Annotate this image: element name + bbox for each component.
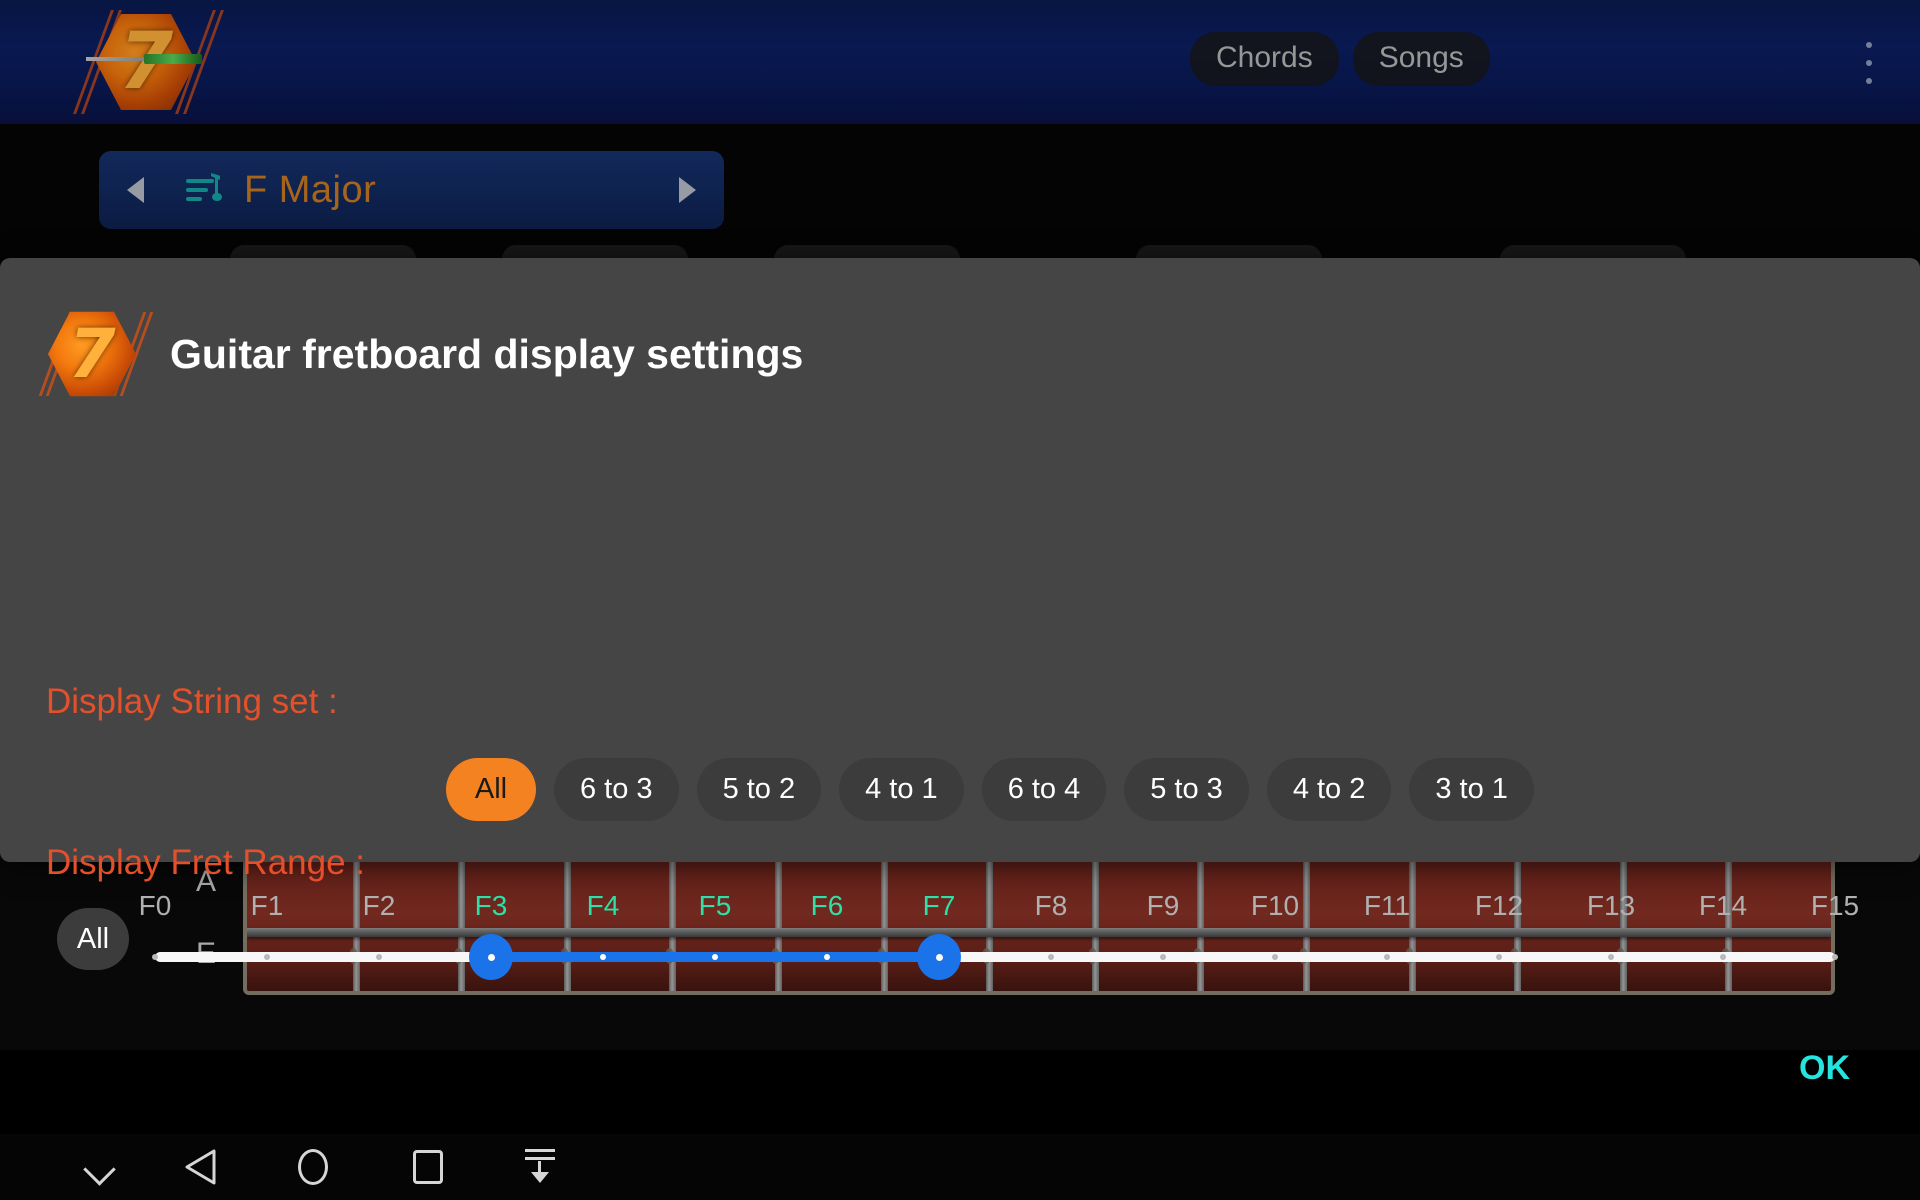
string-set-option-all[interactable]: All bbox=[446, 758, 536, 821]
dialog-title: Guitar fretboard display settings bbox=[170, 330, 804, 377]
fret-tick-label-f11: F11 bbox=[1363, 890, 1411, 921]
arrow-down-lines-icon bbox=[523, 1149, 557, 1185]
nav-collapse[interactable] bbox=[495, 1134, 585, 1200]
nav-recents[interactable] bbox=[383, 1134, 473, 1200]
guitar-glyph-icon bbox=[86, 54, 206, 64]
circle-home-icon bbox=[298, 1149, 328, 1185]
top-app-bar: 7 Chords Songs bbox=[0, 0, 1920, 124]
fret-tick-dot bbox=[824, 954, 830, 960]
chord-prev-icon[interactable] bbox=[127, 177, 144, 203]
fret-tick-dot bbox=[152, 954, 158, 960]
string-set-option-6-to-4[interactable]: 6 to 4 bbox=[981, 758, 1107, 821]
fret-tick-dot bbox=[1048, 954, 1054, 960]
fret-tick-dot bbox=[1608, 954, 1614, 960]
string-set-option-5-to-3[interactable]: 5 to 3 bbox=[1124, 758, 1249, 821]
music-note-list-icon bbox=[186, 173, 222, 207]
fret-range-control: All F0 F1 F2 F3 F4 F5 F6 F7 F8 F9 F10 F11 F12 F13 F14 F… bbox=[0, 890, 1920, 1010]
fret-tick-dot bbox=[1272, 954, 1278, 960]
fret-range-all-button[interactable]: All bbox=[57, 908, 129, 970]
fret-tick-label-f15: F15 bbox=[1810, 890, 1860, 921]
fret-tick-dot bbox=[1384, 954, 1390, 960]
string-set-option-5-to-2[interactable]: 5 to 2 bbox=[696, 758, 822, 821]
tab-chords[interactable]: Chords bbox=[1190, 32, 1339, 86]
string-set-option-4-to-1[interactable]: 4 to 1 bbox=[839, 758, 964, 821]
fret-tick-label-f10: F10 bbox=[1250, 890, 1300, 921]
chord-name-label: F Major bbox=[244, 168, 377, 211]
fret-tick-dot bbox=[1720, 954, 1726, 960]
fret-tick-label-f5: F5 bbox=[698, 890, 732, 921]
chord-next-icon[interactable] bbox=[679, 177, 696, 203]
nav-hide-keyboard[interactable] bbox=[55, 1134, 145, 1200]
fret-tick-label-f4: F4 bbox=[586, 890, 620, 921]
fret-tick-dot bbox=[1832, 954, 1838, 960]
square-recents-icon bbox=[413, 1150, 443, 1184]
string-set-option-3-to-1[interactable]: 3 to 1 bbox=[1409, 758, 1534, 821]
fret-tick-label-f3: F3 bbox=[474, 890, 508, 921]
tab-songs[interactable]: Songs bbox=[1352, 32, 1490, 86]
seven-hex-guitar-logo-icon: 7 bbox=[73, 6, 224, 118]
fret-tick-label-f0: F0 bbox=[138, 890, 172, 921]
fret-slider-thumb-start[interactable] bbox=[469, 934, 513, 980]
fret-tick-dot bbox=[712, 954, 718, 960]
fret-tick-dot bbox=[600, 954, 606, 960]
fret-range-section-label: Display Fret Range : bbox=[46, 843, 366, 882]
fret-tick-label-f2: F2 bbox=[362, 890, 396, 921]
triangle-back-icon bbox=[185, 1149, 216, 1185]
app-root: 7 Chords Songs bbox=[0, 0, 1920, 1200]
fret-tick-label-f6: F6 bbox=[810, 890, 844, 921]
fret-tick-dot bbox=[1160, 954, 1166, 960]
ok-button[interactable]: OK bbox=[1785, 1043, 1864, 1094]
fret-tick-label-f8: F8 bbox=[1034, 890, 1068, 921]
fret-tick-label-f13: F13 bbox=[1586, 890, 1636, 921]
string-set-section-label: Display String set : bbox=[46, 682, 338, 721]
android-nav-bar bbox=[0, 1134, 1920, 1200]
fret-tick-label-f9: F9 bbox=[1146, 890, 1180, 921]
fret-tick-dot bbox=[376, 954, 382, 960]
fret-tick-label-f12: F12 bbox=[1474, 890, 1524, 921]
fret-slider-track[interactable] bbox=[155, 952, 1835, 962]
app-logo[interactable]: 7 bbox=[73, 6, 224, 118]
chord-selector[interactable]: F Major bbox=[99, 151, 724, 229]
chevron-down-icon bbox=[85, 1152, 115, 1182]
nav-home[interactable] bbox=[268, 1134, 358, 1200]
fret-tick-dot bbox=[1496, 954, 1502, 960]
nav-back[interactable] bbox=[155, 1134, 245, 1200]
more-vertical-icon[interactable] bbox=[1855, 42, 1883, 84]
seven-hex-logo-icon: 7 bbox=[38, 310, 154, 398]
dialog-header: 7 Guitar fretboard display settings bbox=[38, 310, 804, 398]
fret-range-slider[interactable]: F0 F1 F2 F3 F4 F5 F6 F7 F8 F9 F10 F11 F12 F13 F14 F15 bbox=[139, 890, 1859, 1010]
fret-tick-label-f14: F14 bbox=[1698, 890, 1748, 921]
fretboard-settings-dialog: 7 Guitar fretboard display settings Disp… bbox=[0, 258, 1920, 1087]
chord-selector-bar: F Major bbox=[0, 124, 1920, 258]
fret-tick-label-f1: F1 bbox=[250, 890, 284, 921]
string-set-option-6-to-3[interactable]: 6 to 3 bbox=[554, 758, 679, 821]
fret-tick-label-f7: F7 bbox=[922, 890, 956, 921]
string-set-option-4-to-2[interactable]: 4 to 2 bbox=[1266, 758, 1392, 821]
fret-tick-dot bbox=[264, 954, 270, 960]
top-tabs: Chords Songs bbox=[1190, 32, 1490, 86]
string-set-options: All 6 to 3 5 to 2 4 to 1 6 to 4 5 to 3 4… bbox=[446, 758, 1534, 821]
fret-slider-thumb-end[interactable] bbox=[917, 934, 961, 980]
